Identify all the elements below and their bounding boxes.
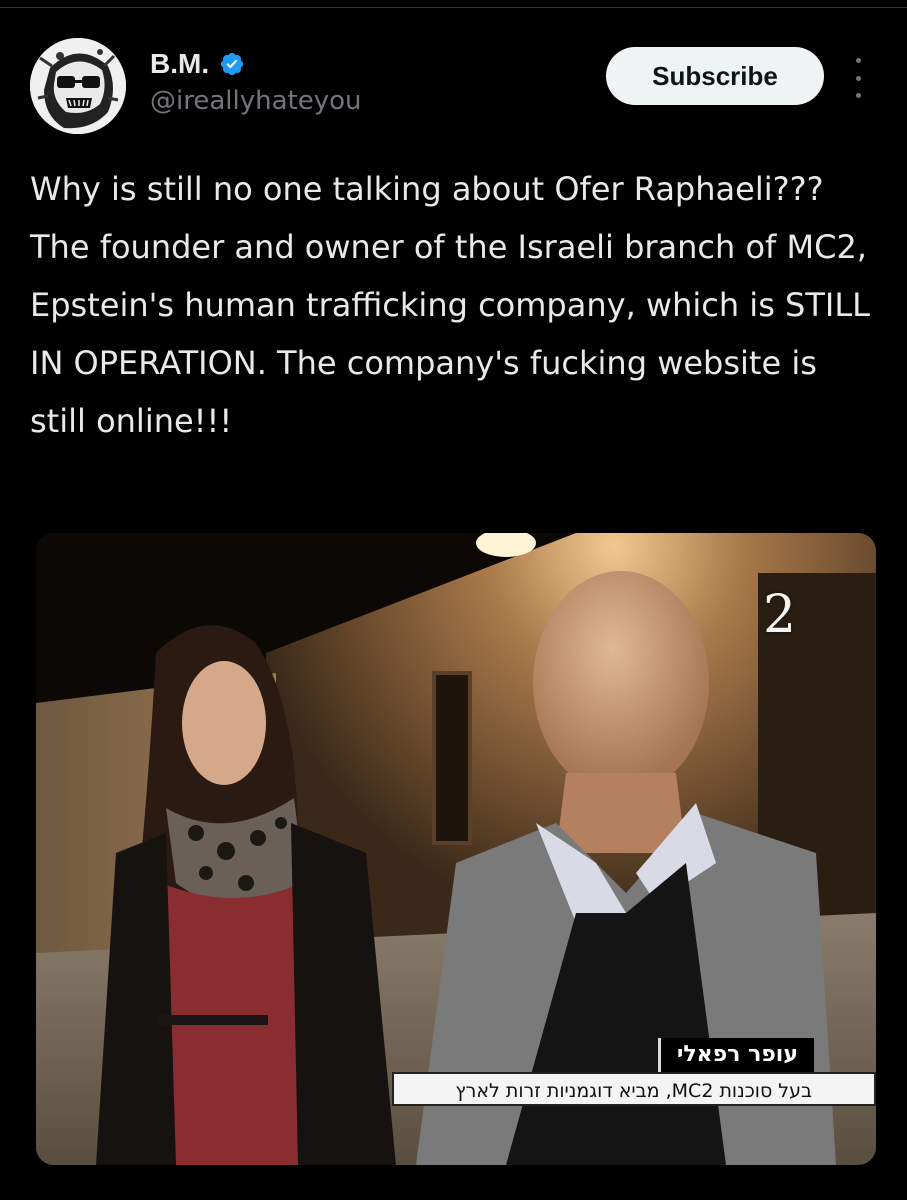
avatar-illustration (30, 38, 126, 134)
verified-badge-icon[interactable] (219, 51, 245, 77)
display-name-row[interactable]: B.M. (150, 48, 245, 80)
post-header: B.M. @ireallyhateyou Subscribe (30, 38, 880, 138)
subscribe-button[interactable]: Subscribe (606, 47, 824, 105)
handle[interactable]: @ireallyhateyou (150, 86, 361, 116)
display-name[interactable]: B.M. (150, 48, 209, 80)
caption-description: בעל סוכנות MC2, מביא דוגמניות זרות לארץ (392, 1072, 876, 1106)
post-media-image[interactable]: 2 עופר רפאלי בעל סוכנות MC2, מביא דוגמני… (36, 533, 876, 1165)
post-text: Why is still no one talking about Ofer R… (30, 170, 870, 440)
user-block: B.M. @ireallyhateyou (150, 48, 361, 116)
top-divider (0, 0, 907, 8)
tv-caption: עופר רפאלי בעל סוכנות MC2, מביא דוגמניות… (392, 1038, 876, 1114)
channel-logo: 2 (763, 585, 797, 645)
avatar[interactable] (30, 38, 126, 134)
caption-name: עופר רפאלי (657, 1038, 814, 1072)
more-options-icon[interactable] (848, 58, 868, 98)
